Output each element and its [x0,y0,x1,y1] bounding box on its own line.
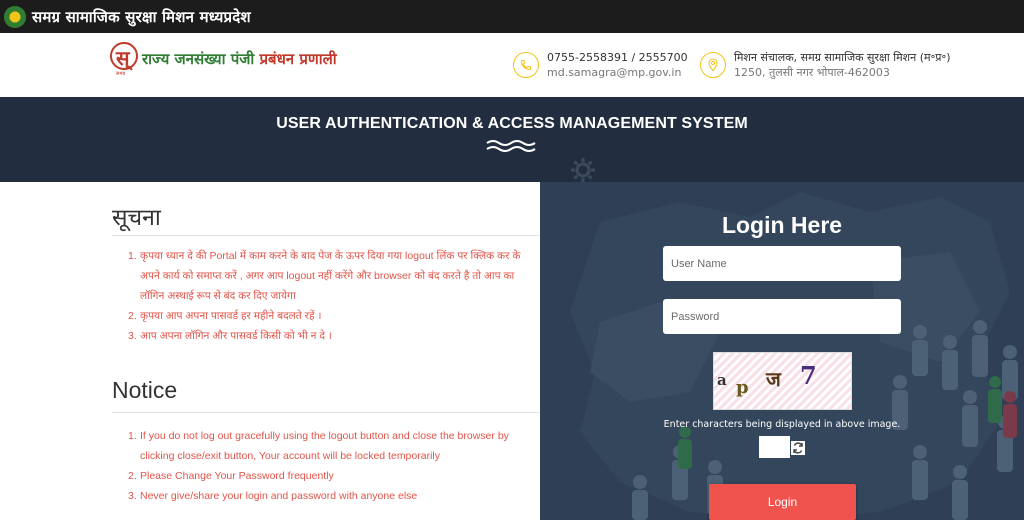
samagra-logo[interactable]: स् समग्र राज्य जनसंख्या पंजी प्रबंधन प्र… [110,42,337,77]
captcha-image: a p ज 7 [713,352,852,410]
divider [112,235,540,236]
location-pin-icon [700,52,726,78]
login-panel: Login Here a p ज 7 Enter characters bein… [540,182,1024,520]
mp-emblem-icon [4,5,26,28]
site-title: समग्र सामाजिक सुरक्षा मिशन मध्यप्रदेश [32,7,251,26]
email-link[interactable]: md.samagra@mp.gov.in [547,65,688,80]
page-banner: USER AUTHENTICATION & ACCESS MANAGEMENT … [0,97,1024,182]
notice-hindi-list: 1. कृपया ध्यान दे की Portal में काम करने … [128,246,538,346]
captcha-input[interactable] [759,436,790,458]
phone-number: 0755-2558391 / 2555700 [547,51,688,64]
logo-text: राज्य जनसंख्या पंजी प्रबंधन प्रणाली [142,50,337,68]
list-item: 1. If you do not log out gracefully using… [128,430,509,462]
gear-icon [571,158,595,182]
password-input[interactable] [663,299,901,334]
top-bar: समग्र सामाजिक सुरक्षा मिशन मध्यप्रदेश [0,0,1024,33]
notice-english-list: 1. If you do not log out gracefully using… [128,426,538,506]
list-item: 3. आप अपना लॉगिन और पासवर्ड किसी को भी न … [128,330,332,342]
notice-hindi-title: सूचना [112,204,161,230]
contact-address-block: मिशन संचालक, समग्र सामाजिक सुरक्षा मिशन … [700,50,951,80]
notice-english-title: Notice [112,377,178,403]
list-item: 2. Please Change Your Password frequently [128,470,334,482]
address-title: मिशन संचालक, समग्र सामाजिक सुरक्षा मिशन … [734,51,951,64]
username-input[interactable] [663,246,901,281]
list-item: 3. Never give/share your login and passwo… [128,490,418,502]
header: स् समग्र राज्य जनसंख्या पंजी प्रबंधन प्र… [0,33,1024,97]
page-title: USER AUTHENTICATION & ACCESS MANAGEMENT … [276,115,748,132]
phone-icon [513,52,539,78]
refresh-captcha-icon[interactable] [791,441,805,455]
captcha-hint: Enter characters being displayed in abov… [663,419,901,430]
samagra-logo-icon: स् समग्र [110,42,140,77]
login-button[interactable]: Login [709,484,856,520]
address-text: 1250, तुलसी नगर भोपाल-462003 [734,66,890,79]
waves-icon [486,140,536,152]
notice-panel: सूचना 1. कृपया ध्यान दे की Portal में काम… [0,182,540,520]
contact-phone-block: 0755-2558391 / 2555700 md.samagra@mp.gov… [513,50,688,80]
login-title: Login Here [721,212,843,238]
list-item: 2. कृपया आप अपना पासवर्ड हर महीने बदलते र… [128,310,322,322]
divider [112,412,540,413]
list-item: 1. कृपया ध्यान दे की Portal में काम करने … [128,250,521,302]
